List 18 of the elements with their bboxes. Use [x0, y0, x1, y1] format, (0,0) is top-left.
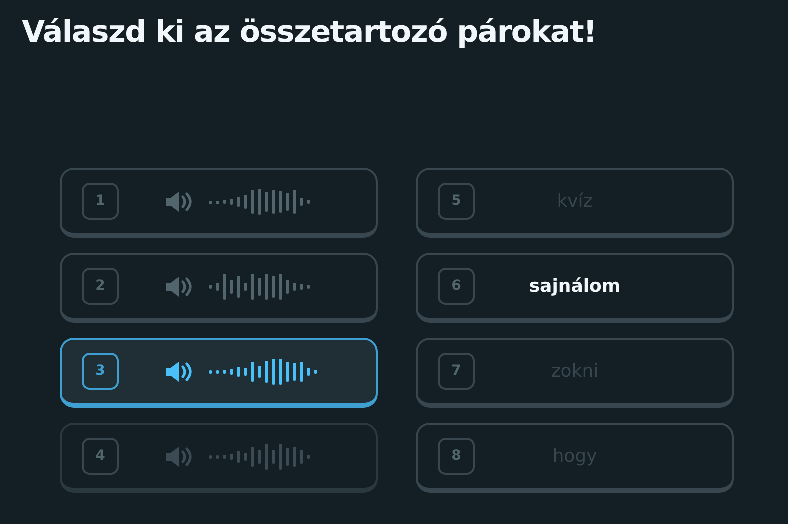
exercise-title: Válaszd ki az összetartozó párokat!	[22, 14, 596, 52]
word-label: sajnálom	[529, 275, 621, 299]
speaker-icon	[164, 275, 195, 299]
number-key: 7	[438, 353, 475, 390]
speaker-icon	[164, 190, 195, 214]
speaker-icon	[164, 445, 195, 469]
number-key: 1	[82, 183, 119, 220]
number-key: 8	[438, 438, 475, 475]
number-key: 5	[438, 183, 475, 220]
number-key: 2	[82, 268, 119, 305]
number-key: 3	[82, 353, 119, 390]
word-card[interactable]: 6 sajnálom	[416, 253, 734, 323]
audio-card[interactable]: 3	[60, 338, 378, 408]
number-key: 4	[82, 438, 119, 475]
speaker-icon	[164, 360, 195, 384]
number-key: 6	[438, 268, 475, 305]
audio-card[interactable]: 1	[60, 168, 378, 238]
audio-card[interactable]: 2	[60, 253, 378, 323]
